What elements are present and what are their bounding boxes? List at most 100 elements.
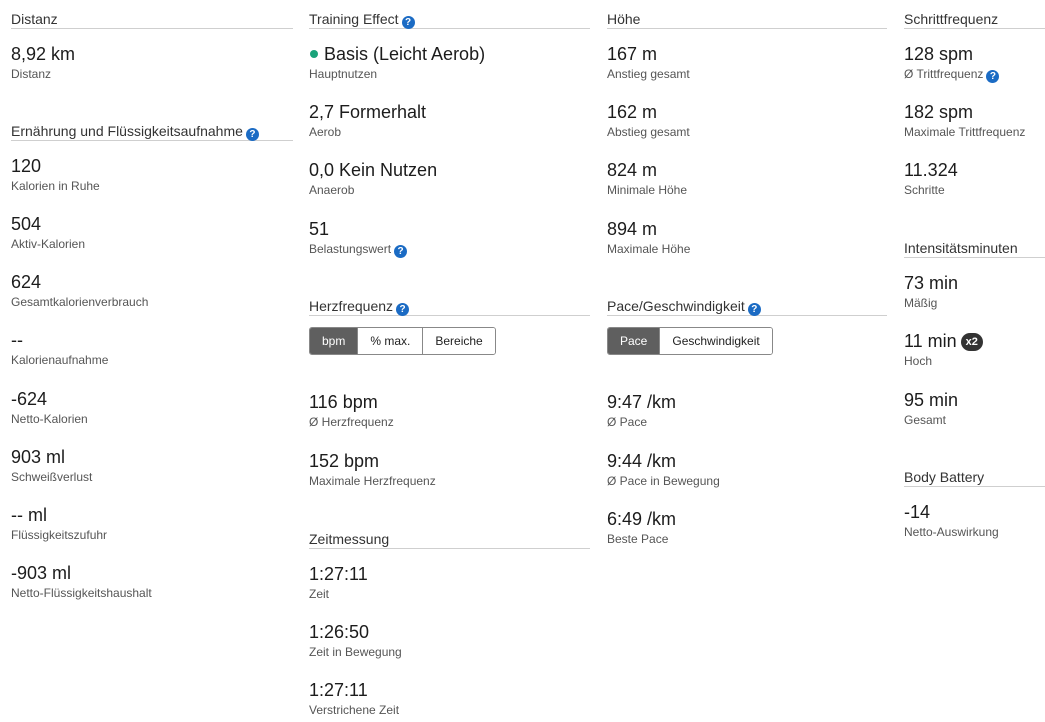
- stat-label: Ø Herzfrequenz: [309, 415, 394, 429]
- stat-netto-kalorien: -624 Netto-Kalorien: [11, 388, 88, 427]
- section-title-schrittfrequenz: Schrittfrequenz: [904, 11, 999, 27]
- stat-label: Aerob: [309, 125, 342, 139]
- stat-value: 0,0 Kein Nutzen: [309, 160, 438, 180]
- stat-value: 120: [11, 156, 42, 176]
- stat-min-hoehe: 824 m Minimale Höhe: [607, 159, 687, 198]
- section-title-hoehe: Höhe: [607, 11, 641, 27]
- stat-label: Maximale Herzfrequenz: [309, 474, 436, 488]
- stat-zeit-bewegung: 1:26:50 Zeit in Bewegung: [309, 621, 402, 660]
- stat-value: 9:44 /km: [607, 451, 677, 471]
- section-title-pace: Pace/Geschwindigkeit: [607, 298, 745, 314]
- section-title-zeitmessung: Zeitmessung: [309, 531, 390, 547]
- stat-avg-hr: 116 bpm Ø Herzfrequenz: [309, 391, 394, 430]
- help-icon[interactable]: ?: [747, 303, 761, 316]
- stat-value: 167 m: [607, 44, 658, 64]
- stat-label: Hoch: [904, 354, 933, 368]
- tab-bpm[interactable]: bpm: [310, 328, 358, 354]
- tab-pace[interactable]: Pace: [608, 328, 660, 354]
- section-header-distanz: Distanz: [11, 0, 293, 29]
- stat-hoch: 11 min x2 Hoch: [904, 330, 983, 369]
- help-icon[interactable]: ?: [401, 16, 415, 29]
- stat-label-row: Belastungswert?: [309, 242, 408, 258]
- stat-label: Anaerob: [309, 183, 355, 197]
- section-header-body-battery: Body Battery: [904, 458, 1045, 487]
- stat-value: 6:49 /km: [607, 509, 677, 529]
- pace-speed-toggle: Pace Geschwindigkeit: [607, 327, 773, 355]
- stat-label: Netto-Auswirkung: [904, 525, 999, 539]
- stat-max-hoehe: 894 m Maximale Höhe: [607, 218, 690, 257]
- stat-label: Schweißverlust: [11, 470, 93, 484]
- stat-verstrichene-zeit: 1:27:11 Verstrichene Zeit: [309, 679, 399, 718]
- section-title-ernaehrung: Ernährung und Flüssigkeitsaufnahme: [11, 123, 243, 139]
- stat-value: 162 m: [607, 102, 658, 122]
- stat-distanz: 8,92 km Distanz: [11, 43, 75, 82]
- stat-value: --: [11, 330, 23, 350]
- stat-value: Basis (Leicht Aerob): [324, 44, 486, 64]
- stat-value: 824 m: [607, 160, 658, 180]
- stat-label: Gesamtkalorienverbrauch: [11, 295, 149, 309]
- section-header-schrittfrequenz: Schrittfrequenz: [904, 0, 1045, 29]
- section-body-battery: Body Battery -14 Netto-Auswirkung: [904, 458, 1045, 539]
- stat-maessig: 73 min Mäßig: [904, 272, 958, 311]
- stat-label: Maximale Höhe: [607, 242, 691, 256]
- help-icon[interactable]: ?: [986, 70, 1000, 83]
- stat-label-row: Ø Trittfrequenz?: [904, 67, 1000, 83]
- stat-label: Maximale Trittfrequenz: [904, 125, 1026, 139]
- stat-label: Distanz: [11, 67, 52, 81]
- multiplier-badge: x2: [960, 333, 983, 351]
- stat-label: Abstieg gesamt: [607, 125, 690, 139]
- section-ernaehrung: Ernährung und Flüssigkeitsaufnahme? 120 …: [11, 112, 293, 600]
- stat-value: 2,7 Formerhalt: [309, 102, 427, 122]
- stat-avg-moving-pace: 9:44 /km Ø Pace in Bewegung: [607, 450, 720, 489]
- stat-schweissverlust: 903 ml Schweißverlust: [11, 446, 92, 485]
- stat-label: Belastungswert: [309, 242, 392, 256]
- stat-max-hr: 152 bpm Maximale Herzfrequenz: [309, 450, 436, 489]
- section-title-intensitaet: Intensitätsminuten: [904, 240, 1018, 256]
- section-intensitaetsminuten: Intensitätsminuten 73 min Mäßig 11 min x2…: [904, 229, 1045, 427]
- stat-value: 8,92 km: [11, 44, 76, 64]
- section-header-training: Training Effect?: [309, 0, 590, 29]
- stat-label: Beste Pace: [607, 532, 669, 546]
- stat-label: Ø Pace in Bewegung: [607, 474, 720, 488]
- stat-label: Hauptnutzen: [309, 67, 378, 81]
- section-pace: Pace/Geschwindigkeit? Pace Geschwindigke…: [607, 287, 887, 546]
- stat-label: Flüssigkeitszufuhr: [11, 528, 108, 542]
- stat-value: 624: [11, 272, 42, 292]
- stat-value: 894 m: [607, 219, 658, 239]
- help-icon[interactable]: ?: [394, 245, 408, 258]
- stat-abstieg: 162 m Abstieg gesamt: [607, 101, 690, 140]
- section-header-herzfrequenz: Herzfrequenz?: [309, 287, 590, 316]
- stat-value: 73 min: [904, 273, 959, 293]
- tab-geschwindigkeit[interactable]: Geschwindigkeit: [659, 328, 772, 354]
- stat-gesamtkalorien: 624 Gesamtkalorienverbrauch: [11, 271, 148, 310]
- tab-bereiche[interactable]: Bereiche: [422, 328, 495, 354]
- stat-value: 128 spm: [904, 44, 974, 64]
- stat-gesamt: 95 min Gesamt: [904, 389, 958, 428]
- stat-best-pace: 6:49 /km Beste Pace: [607, 508, 676, 547]
- stat-value: 1:27:11: [309, 680, 368, 700]
- stat-zeit: 1:27:11 Zeit: [309, 563, 368, 602]
- section-hoehe: Höhe 167 m Anstieg gesamt 162 m Abstieg …: [607, 0, 887, 256]
- tab-percent-max[interactable]: % max.: [357, 328, 423, 354]
- heart-rate-unit-toggle: bpm % max. Bereiche: [309, 327, 496, 355]
- stat-value: 9:47 /km: [607, 392, 677, 412]
- stat-avg-pace: 9:47 /km Ø Pace: [607, 391, 676, 430]
- stat-label: Kalorienaufnahme: [11, 353, 109, 367]
- stat-label: Mäßig: [904, 296, 938, 310]
- stat-value: -- ml: [11, 505, 47, 525]
- section-title-training: Training Effect: [309, 11, 399, 27]
- section-header-ernaehrung: Ernährung und Flüssigkeitsaufnahme?: [11, 112, 293, 141]
- stat-label: Zeit in Bewegung: [309, 645, 402, 659]
- stat-value: 95 min: [904, 390, 959, 410]
- stat-schritte: 11.324 Schritte: [904, 159, 958, 198]
- stat-avg-cadence: 128 spm Ø Trittfrequenz?: [904, 43, 1000, 83]
- section-title-herzfrequenz: Herzfrequenz: [309, 298, 394, 314]
- stat-netto-auswirkung: -14 Netto-Auswirkung: [904, 501, 999, 540]
- stat-value: 116 bpm: [309, 392, 378, 412]
- stat-aktiv-kalorien: 504 Aktiv-Kalorien: [11, 213, 85, 252]
- stat-value: 182 spm: [904, 102, 974, 122]
- help-icon[interactable]: ?: [396, 303, 410, 316]
- section-zeitmessung: Zeitmessung 1:27:11 Zeit 1:26:50 Zeit in…: [309, 520, 590, 717]
- help-icon[interactable]: ?: [245, 128, 259, 141]
- stat-kalorienaufnahme: -- Kalorienaufnahme: [11, 329, 108, 368]
